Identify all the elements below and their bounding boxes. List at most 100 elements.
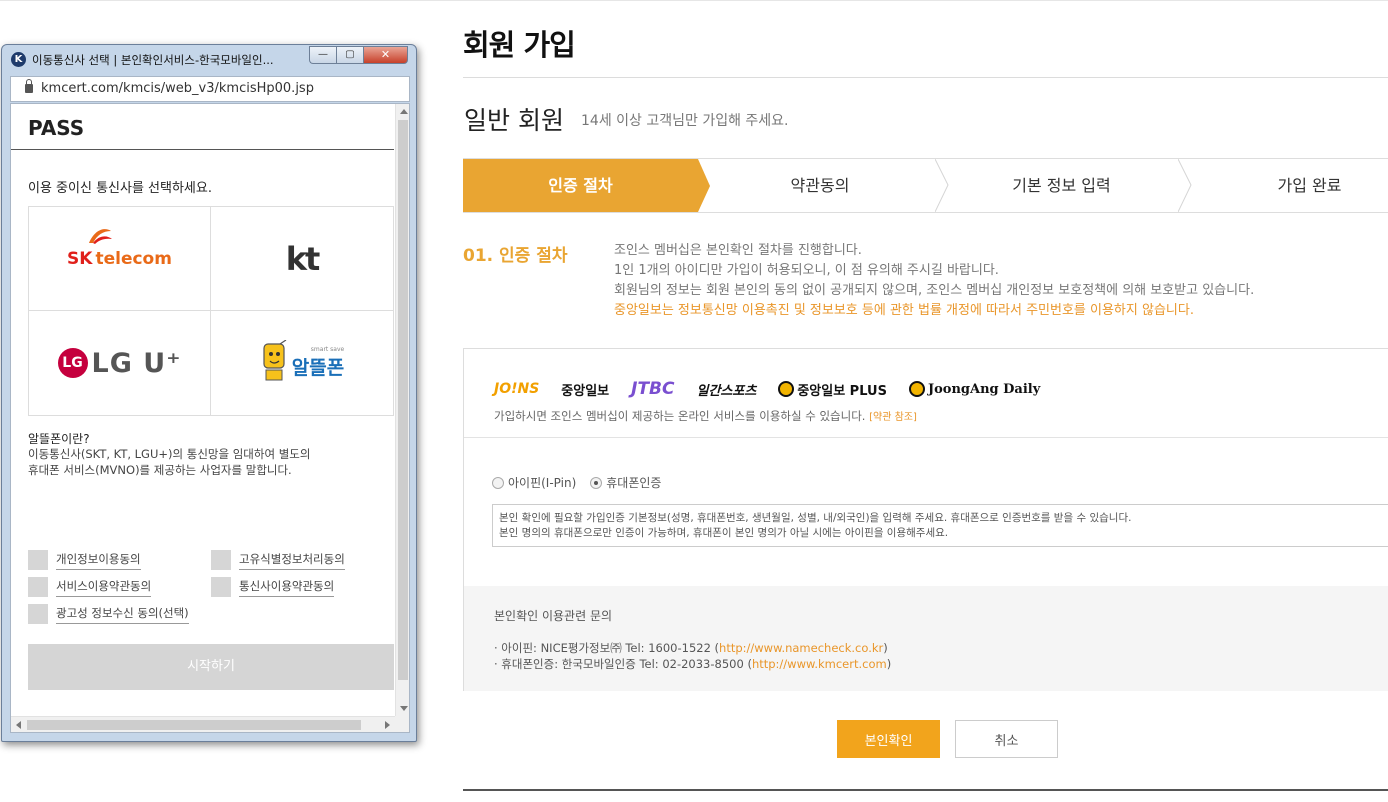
carrier-kt[interactable]: kt [211, 207, 393, 311]
section-line: 조인스 멤버십은 본인확인 절차를 진행합니다. [614, 243, 862, 258]
step-active-arrow [698, 159, 710, 212]
radio-label: 휴대폰인증 [606, 476, 662, 490]
radio-ipin[interactable]: 아이핀(I-Pin) [492, 474, 576, 491]
skt-wing-icon [89, 228, 113, 244]
namecheck-link[interactable]: http://www.namecheck.co.kr [719, 641, 883, 655]
mvno-text-group: smart save 알뜰폰 [292, 346, 344, 380]
address-bar[interactable]: kmcert.com/kmcis/web_v3/kmcisHp00.jsp [10, 76, 410, 102]
title-divider [463, 77, 1388, 78]
signup-steps: 인증 절차 약관동의 기본 정보 입력 가입 완료 [463, 158, 1388, 213]
brand-description-text: 가입하시면 조인스 멤버십이 제공하는 온라인 서비스를 이용하실 수 있습니다… [494, 409, 866, 423]
radio-icon[interactable] [590, 476, 603, 489]
section-line: 회원님의 정보는 회원 본인의 동의 없이 공개되지 않으며, 조인스 멤버십 … [614, 283, 1255, 298]
checkbox-icon[interactable] [28, 604, 48, 624]
mvno-question: 알뜰폰이란? [28, 432, 90, 446]
brand-logos: JO!NS 중앙일보 JTBC 일간스포츠 중앙일보 PLUS JoongAng… [494, 377, 1040, 401]
cancel-button[interactable]: 취소 [955, 720, 1058, 758]
scroll-down-icon[interactable] [400, 706, 408, 711]
agree-label: 서비스이용약관동의 [56, 578, 152, 597]
carrier-grid: SK telecom kt LG LG U⁺ smart save 알뜰폰 [28, 206, 394, 416]
brand-description: 가입하시면 조인스 멤버십이 제공하는 온라인 서비스를 이용하실 수 있습니다… [494, 408, 917, 424]
section-label: 01. 인증 절차 [463, 246, 568, 266]
address-url: kmcert.com/kmcis/web_v3/kmcisHp00.jsp [41, 81, 314, 96]
step-verification: 인증 절차 [463, 159, 698, 212]
window-controls: — ▢ ✕ [309, 46, 408, 64]
verify-button[interactable]: 본인확인 [837, 720, 940, 758]
section-line: 1인 1개의 아이디만 가입이 허용되오니, 이 점 유의해 주시길 바랍니다. [614, 263, 999, 278]
vertical-scrollbar[interactable] [395, 104, 409, 716]
radio-label: 아이핀(I-Pin) [508, 476, 577, 490]
step-basic-info: 기본 정보 입력 [1012, 176, 1111, 195]
carrier-lgu[interactable]: LG LG U⁺ [29, 311, 211, 415]
top-divider [0, 0, 1388, 1]
agree-unique-id[interactable]: 고유식별정보처리동의 [211, 550, 345, 570]
horizontal-scrollbar[interactable] [11, 716, 395, 732]
window-title: 이동통신사 선택 | 본인확인서비스-한국모바일인... [32, 53, 274, 67]
inquiry-title: 본인확인 이용관련 문의 [494, 609, 613, 623]
step-separator [935, 159, 949, 212]
inquiry-text: · 휴대폰인증: 한국모바일인증 Tel: 02-2033-8500 ( [494, 657, 752, 671]
close-icon[interactable]: ✕ [363, 46, 408, 64]
brand-jtbc-logo: JTBC [631, 379, 675, 399]
brand-text: 중앙일보 PLUS [797, 383, 887, 399]
radio-icon[interactable] [492, 476, 504, 489]
member-type-description: 14세 이상 고객님만 가입해 주세요. [581, 113, 789, 129]
agree-carrier-terms[interactable]: 통신사이용약관동의 [211, 577, 335, 597]
page-title: 회원 가입 [463, 28, 576, 62]
scroll-up-icon[interactable] [400, 109, 408, 114]
app-icon: K [11, 52, 26, 67]
brand-joins-logo: JO!NS [494, 381, 540, 397]
member-type-heading: 일반 회원 [464, 106, 564, 135]
brand-ilgan-sports-logo: 일간스포츠 [696, 383, 757, 399]
auth-method-options: 아이핀(I-Pin) 휴대폰인증 [492, 474, 661, 491]
inquiry-text: ) [883, 641, 888, 655]
brand-joongang-logo: 중앙일보 [561, 383, 610, 399]
lock-icon [25, 79, 33, 93]
inquiry-phone: · 휴대폰인증: 한국모바일인증 Tel: 02-2033-8500 (http… [494, 656, 891, 672]
mvno-character-icon [263, 340, 287, 381]
kt-logo: kt [285, 239, 321, 278]
inquiry-text: · 아이핀: NICE평가정보㈜ Tel: 1600-1522 ( [494, 641, 720, 655]
terms-link[interactable]: [약관 참조] [869, 412, 917, 423]
maximize-icon[interactable]: ▢ [336, 46, 363, 64]
pass-logo: PASS [28, 116, 85, 140]
carrier-mvno[interactable]: smart save 알뜰폰 [211, 311, 393, 415]
kmcert-link[interactable]: http://www.kmcert.com [752, 657, 887, 671]
section-description: 조인스 멤버십은 본인확인 절차를 진행합니다. 1인 1개의 아이디만 가입이… [614, 241, 1254, 321]
auth-info-line: 본인 명의의 휴대폰으로만 인증이 가능하며, 휴대폰이 본인 명의가 아닐 시… [499, 527, 949, 539]
scroll-right-icon[interactable] [385, 721, 390, 729]
agree-privacy[interactable]: 개인정보이용동의 [28, 550, 141, 570]
scroll-left-icon[interactable] [16, 721, 21, 729]
agree-marketing[interactable]: 광고성 정보수신 동의(선택) [28, 604, 189, 624]
checkbox-icon[interactable] [28, 577, 48, 597]
agree-label: 광고성 정보수신 동의(선택) [56, 605, 189, 624]
inquiry-ipin: · 아이핀: NICE평가정보㈜ Tel: 1600-1522 (http://… [494, 640, 888, 656]
mvno-text: 알뜰폰 [291, 357, 345, 379]
lgu-text: LG U⁺ [91, 347, 182, 379]
brand-joongang-plus-logo: 중앙일보 PLUS [778, 380, 887, 399]
minimize-icon[interactable]: — [309, 46, 336, 64]
checkbox-icon[interactable] [211, 550, 231, 570]
brand-joongang-daily-logo: JoongAng Daily [908, 381, 1041, 397]
agree-label: 통신사이용약관동의 [239, 578, 335, 597]
popup-titlebar[interactable]: K 이동통신사 선택 | 본인확인서비스-한국모바일인... — ▢ ✕ [2, 45, 416, 73]
mvno-desc-line: 휴대폰 서비스(MVNO)를 제공하는 사업자를 말합니다. [28, 463, 292, 477]
scroll-thumb[interactable] [27, 720, 361, 730]
radio-phone[interactable]: 휴대폰인증 [590, 474, 661, 491]
popup-viewport: PASS 이용 중이신 통신사를 선택하세요. SK telecom kt LG… [10, 103, 410, 733]
scroll-thumb[interactable] [398, 120, 408, 680]
start-button[interactable]: 시작하기 [28, 644, 394, 690]
agree-service-terms[interactable]: 서비스이용약관동의 [28, 577, 152, 597]
step-separator [1178, 159, 1192, 212]
checkbox-icon[interactable] [211, 577, 231, 597]
skt-logo: SK telecom [67, 228, 172, 269]
carrier-skt[interactable]: SK telecom [29, 207, 211, 311]
lg-circle-icon: LG [57, 348, 88, 378]
brand-text: JoongAng Daily [927, 381, 1041, 397]
inquiry-panel: 본인확인 이용관련 문의 · 아이핀: NICE평가정보㈜ Tel: 1600-… [464, 586, 1388, 691]
brand-circle-icon [778, 381, 795, 397]
agree-label: 고유식별정보처리동의 [239, 551, 345, 570]
checkbox-icon[interactable] [28, 550, 48, 570]
section-warning: 중앙일보는 정보통신망 이용촉진 및 정보보호 등에 관한 법률 개정에 따라서… [614, 303, 1194, 318]
brand-circle-icon [908, 381, 925, 397]
